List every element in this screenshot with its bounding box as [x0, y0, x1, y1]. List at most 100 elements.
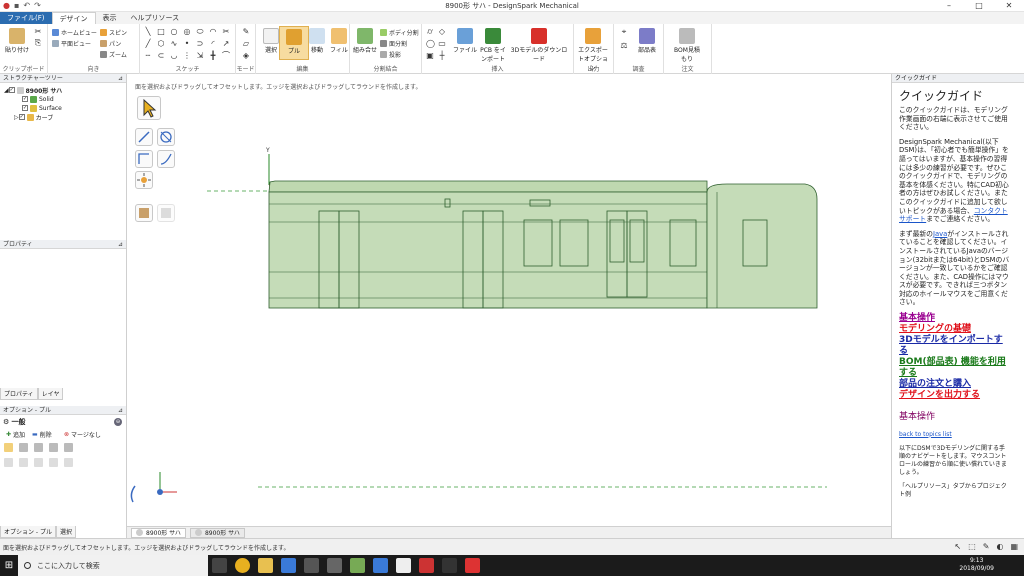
- tab-properties[interactable]: プロパティ: [0, 388, 38, 400]
- design-viewport[interactable]: 面を選択およびドラッグしてオフセットします。エッジを選択およびドラッグしてラウン…: [127, 74, 891, 526]
- windows-start-icon[interactable]: ⊞: [0, 555, 18, 576]
- maximize-button[interactable]: □: [964, 0, 994, 12]
- import-pcb-button[interactable]: PCB をインポート: [478, 28, 508, 63]
- cut-icon[interactable]: ✂: [34, 28, 42, 36]
- bend-icon[interactable]: ⌒: [222, 52, 230, 60]
- extend-icon[interactable]: ↗: [222, 40, 230, 48]
- tab-design[interactable]: デザイン: [51, 12, 96, 24]
- home-view-button[interactable]: ホームビュー: [52, 28, 97, 37]
- download-3d-model-button[interactable]: 3Dモデルのダウンロード: [508, 28, 570, 63]
- line-icon[interactable]: ╲: [144, 28, 152, 36]
- options-general[interactable]: ⚙ 一般: [3, 418, 26, 426]
- tab-layers[interactable]: レイヤ: [37, 388, 64, 400]
- pencil-icon[interactable]: ✎: [983, 542, 990, 551]
- ellipse-icon[interactable]: ⬭: [196, 28, 204, 36]
- fillet-icon[interactable]: ◜: [209, 40, 217, 48]
- measure-icon[interactable]: ⌖: [620, 28, 628, 36]
- sweep-arc-icon[interactable]: ◡: [170, 52, 178, 60]
- tree-item-surface[interactable]: ✓ Surface: [22, 104, 62, 112]
- direction-tool-button[interactable]: [135, 150, 153, 168]
- pivot-tool-button[interactable]: [157, 128, 175, 146]
- mirror-icon[interactable]: ⋮: [183, 52, 191, 60]
- taskbar-clock[interactable]: 9:13 2018/09/09: [959, 557, 994, 573]
- split-line-icon[interactable]: ╋: [209, 52, 217, 60]
- complete-tool-button[interactable]: [135, 204, 153, 222]
- app-icon-6[interactable]: [327, 558, 342, 573]
- plane-insert-icon[interactable]: ▭: [438, 40, 446, 48]
- spin-button[interactable]: スピン: [100, 28, 127, 37]
- tree-checkbox[interactable]: ✓: [18, 114, 25, 120]
- circle-icon[interactable]: ○: [170, 28, 178, 36]
- pull-direction-icon[interactable]: [4, 442, 13, 452]
- shell-icon[interactable]: ◇: [438, 28, 446, 36]
- trim-icon[interactable]: ✂: [222, 28, 230, 36]
- designspark-icon[interactable]: [465, 558, 480, 573]
- twist-icon[interactable]: [64, 457, 73, 467]
- back-to-topics-link[interactable]: back to topics list: [899, 431, 952, 438]
- taskbar-search[interactable]: ここに入力して検索: [18, 555, 208, 576]
- parts-list-button[interactable]: 部品表: [632, 28, 662, 54]
- pin-icon[interactable]: ⊿: [118, 406, 123, 415]
- pin-icon[interactable]: ⊿: [118, 240, 123, 249]
- store-icon[interactable]: [281, 558, 296, 573]
- insert-file-button[interactable]: ファイル: [450, 28, 480, 54]
- tree-item-curves[interactable]: ▷ ✓ カーブ: [14, 113, 53, 122]
- tab-selection[interactable]: 選択: [55, 526, 76, 538]
- mass-icon[interactable]: ⚖: [620, 42, 628, 50]
- remove-option[interactable]: ▬ 削除: [32, 430, 52, 439]
- slot-icon[interactable]: ⊂: [157, 52, 165, 60]
- zoom-button[interactable]: ズーム: [100, 50, 127, 59]
- axis-icon[interactable]: ┼: [438, 52, 446, 60]
- combine-button[interactable]: 組み合せ: [350, 28, 380, 54]
- three-point-circle-icon[interactable]: ◎: [183, 28, 191, 36]
- tab-options-pull[interactable]: オプション - プル: [0, 526, 56, 538]
- point-icon[interactable]: •: [183, 40, 191, 48]
- section-mode-icon[interactable]: ▱: [242, 40, 250, 48]
- no-merge-option[interactable]: ⊗ マージなし: [64, 430, 101, 439]
- arc-icon[interactable]: ◠: [209, 28, 217, 36]
- explorer-icon[interactable]: [258, 558, 273, 573]
- rectangle-icon[interactable]: □: [157, 28, 165, 36]
- sphere-icon[interactable]: ◯: [426, 40, 435, 48]
- java-link[interactable]: Java: [933, 230, 947, 238]
- both-sides-icon[interactable]: [34, 457, 43, 467]
- grid-icon[interactable]: ▦: [1010, 542, 1018, 551]
- polygon-icon[interactable]: ⬡: [157, 40, 165, 48]
- project-icon[interactable]: ⇲: [196, 52, 204, 60]
- doc-tab[interactable]: 8900形 サハ: [189, 527, 245, 538]
- reverse-icon[interactable]: [19, 442, 28, 452]
- cursor-icon[interactable]: ↖: [954, 542, 961, 551]
- app-icon-11[interactable]: [442, 558, 457, 573]
- image-icon[interactable]: ▣: [426, 52, 434, 60]
- project-button[interactable]: 投影: [380, 50, 401, 59]
- tree-checkbox[interactable]: ✓: [22, 105, 28, 111]
- extrude-icon[interactable]: [4, 457, 13, 467]
- bom-quote-button[interactable]: BOM見積もり: [672, 28, 702, 63]
- tab-file[interactable]: ファイル(F): [0, 12, 52, 24]
- tab-help-resources[interactable]: ヘルプリソース: [124, 12, 187, 24]
- app-icon-9[interactable]: [396, 558, 411, 573]
- topic-link-order[interactable]: 部品の注文と購入: [899, 379, 1011, 390]
- add-option[interactable]: ✚ 追加: [6, 430, 25, 439]
- split-face-button[interactable]: 面分割: [380, 39, 407, 48]
- topic-link-modeling[interactable]: モデリングの基礎: [899, 324, 1011, 335]
- tangent-line-icon[interactable]: ╱: [144, 40, 152, 48]
- ruled-icon[interactable]: [49, 457, 58, 467]
- app-icon-5[interactable]: [304, 558, 319, 573]
- close-button[interactable]: ✕: [994, 0, 1024, 12]
- curve-tool-button[interactable]: [157, 150, 175, 168]
- doc-tab-active[interactable]: 8900形 サハ: [131, 527, 186, 538]
- tab-display[interactable]: 表示: [96, 12, 124, 24]
- pin-icon[interactable]: ⊿: [118, 74, 123, 83]
- sweep-icon[interactable]: [49, 442, 58, 452]
- cancel-tool-button[interactable]: [157, 204, 175, 222]
- paste-button[interactable]: 貼り付け: [2, 28, 32, 54]
- pan-button[interactable]: パン: [100, 39, 121, 48]
- options-collapse-icon[interactable]: ⊖: [114, 418, 122, 426]
- minimize-button[interactable]: –: [934, 0, 964, 12]
- construction-line-icon[interactable]: ╌: [144, 52, 152, 60]
- copy-icon[interactable]: ⎘: [34, 39, 42, 47]
- tree-checkbox[interactable]: ✓: [8, 87, 15, 93]
- topic-link-basic[interactable]: 基本操作: [899, 313, 1011, 324]
- draft-icon[interactable]: [64, 442, 73, 452]
